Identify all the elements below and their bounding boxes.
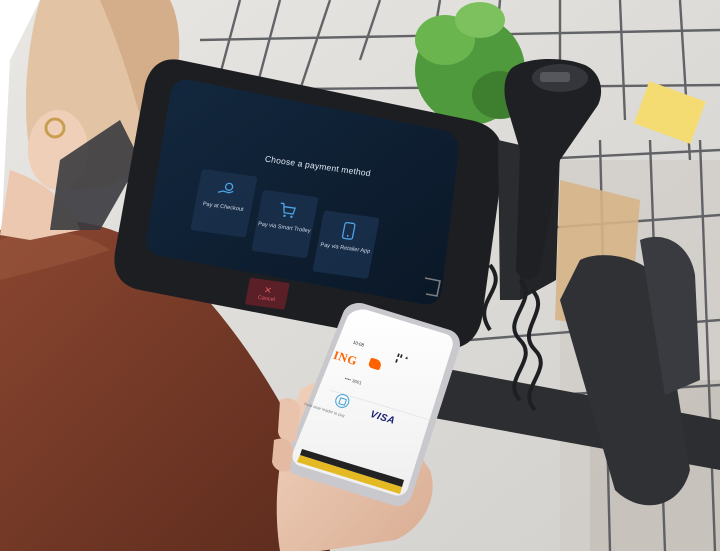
pay-via-retailer-app-label: Pay via Retailer App <box>319 242 371 256</box>
status-time: 10:08 <box>352 339 365 348</box>
card-number: •••• 3601 <box>344 375 363 386</box>
visa-logo: VISA <box>368 409 397 427</box>
tablet-screen: Choose a payment method Pay at Checkout … <box>118 92 455 340</box>
cart-icon <box>275 200 300 221</box>
ing-logo: ING <box>331 347 360 369</box>
cancel-button[interactable]: ✕ Cancel <box>244 277 290 310</box>
contactless-icon <box>333 392 352 410</box>
pay-at-checkout-label: Pay at Checkout <box>202 201 244 213</box>
ing-lion-icon <box>367 357 383 371</box>
hand-coin-icon <box>214 179 239 200</box>
pay-via-retailer-app-button[interactable]: Pay via Retailer App <box>312 210 380 280</box>
close-icon: ✕ <box>263 284 273 296</box>
pay-at-checkout-button[interactable]: Pay at Checkout <box>190 168 258 238</box>
phone-app-icon <box>336 221 361 242</box>
photo-scene: Choose a payment method Pay at Checkout … <box>0 0 720 551</box>
pay-via-smart-trolley-label: Pay via Smart Trolley <box>257 221 311 235</box>
cancel-label: Cancel <box>257 294 276 303</box>
pay-via-smart-trolley-button[interactable]: Pay via Smart Trolley <box>251 189 319 259</box>
payment-title: Choose a payment method <box>264 153 372 179</box>
